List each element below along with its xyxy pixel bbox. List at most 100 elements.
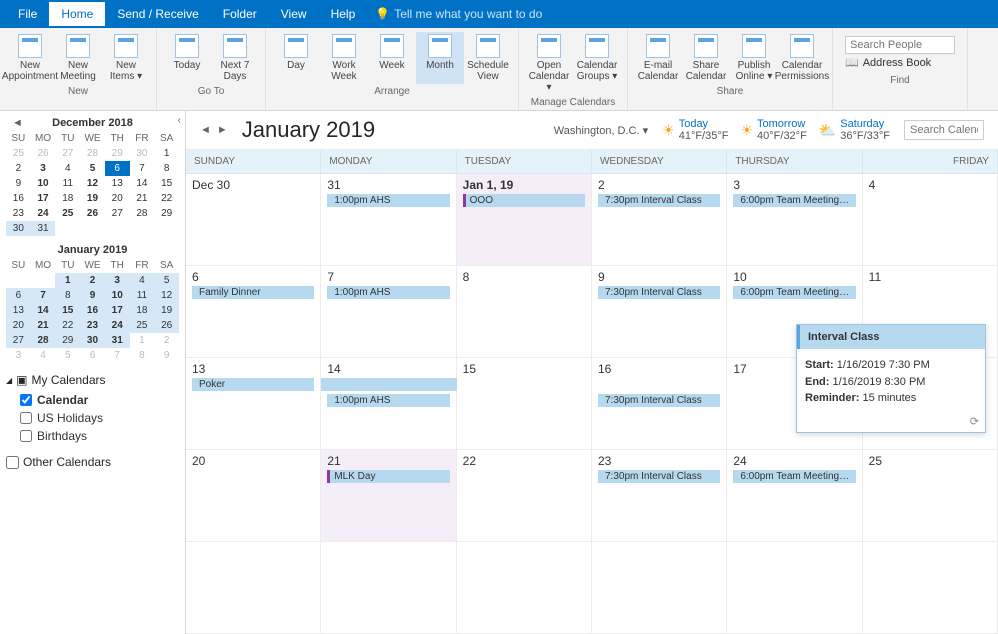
mini-cal-day[interactable]	[31, 273, 56, 288]
day-cell[interactable]: 97:30pm Interval Class	[592, 266, 727, 357]
mini-cal-day[interactable]: 17	[105, 303, 130, 318]
mini-cal-day[interactable]: 24	[31, 206, 56, 221]
mini-cal-day[interactable]: 4	[31, 348, 56, 363]
mini-cal-day[interactable]: 1	[154, 146, 179, 161]
mini-cal-day[interactable]: 2	[80, 273, 105, 288]
event[interactable]: 1:00pm AHS	[327, 394, 449, 407]
mini-cal-day[interactable]: 22	[154, 191, 179, 206]
day-cell[interactable]: 36:00pm Team Meeting; Zoom	[727, 174, 862, 265]
mini-cal-day[interactable]: 10	[31, 176, 56, 191]
day-cell[interactable]	[457, 542, 592, 633]
event[interactable]: 1:00pm AHS	[327, 194, 449, 207]
day-cell[interactable]	[321, 542, 456, 633]
mini-cal-day[interactable]: 30	[130, 146, 155, 161]
day-cell[interactable]: 6Family Dinner	[186, 266, 321, 357]
mini-cal-day[interactable]: 28	[80, 146, 105, 161]
day-cell[interactable]: Jan 1, 19OOO	[457, 174, 592, 265]
mini-cal-day[interactable]: 7	[130, 161, 155, 176]
mini-cal-day[interactable]: 17	[31, 191, 56, 206]
mini-cal-day[interactable]: 31	[105, 333, 130, 348]
mini-cal-day[interactable]: 1	[130, 333, 155, 348]
ribbon-btn-sharecalendar[interactable]: ShareCalendar	[682, 32, 730, 84]
ribbon-btn-scheduleview[interactable]: ScheduleView	[464, 32, 512, 84]
mini-cal-day[interactable]: 22	[55, 318, 80, 333]
mini-cal-day[interactable]: 5	[154, 273, 179, 288]
day-cell[interactable]: 4	[863, 174, 998, 265]
mini-cal-day[interactable]	[6, 273, 31, 288]
mini-cal-day[interactable]: 28	[31, 333, 56, 348]
mini-cal-day[interactable]: 4	[55, 161, 80, 176]
calendar-item-usholidays[interactable]: US Holidays	[20, 409, 179, 427]
mini-cal-day[interactable]: 30	[6, 221, 31, 236]
mini-cal-day[interactable]: 12	[80, 176, 105, 191]
ribbon-btn-calendargroups[interactable]: CalendarGroups ▾	[573, 32, 621, 95]
other-calendars-header[interactable]: Other Calendars	[6, 455, 179, 469]
day-cell[interactable]: 14Retreat1:00pm AHS	[321, 358, 456, 449]
day-cell[interactable]: 15	[457, 358, 592, 449]
calendar-checkbox[interactable]	[20, 430, 32, 442]
day-cell[interactable]: 27:30pm Interval Class	[592, 174, 727, 265]
tellme[interactable]: 💡 Tell me what you want to do	[375, 7, 542, 21]
mini-cal-day[interactable]: 7	[31, 288, 56, 303]
mini-cal-day[interactable]: 6	[105, 161, 130, 176]
day-cell[interactable]: 20	[186, 450, 321, 541]
mini-cal-day[interactable]: 19	[80, 191, 105, 206]
day-cell[interactable]: 246:00pm Team Meeting; Zoom	[727, 450, 862, 541]
ribbon-btn-nextdays[interactable]: Next 7Days	[211, 32, 259, 84]
other-calendars-checkbox[interactable]	[6, 456, 19, 469]
mini-cal-day[interactable]: 12	[154, 288, 179, 303]
calendar-item-birthdays[interactable]: Birthdays	[20, 427, 179, 445]
mini-cal-day[interactable]: 18	[55, 191, 80, 206]
calendar-checkbox[interactable]	[20, 412, 32, 424]
day-cell[interactable]: 167:30pm Interval Class	[592, 358, 727, 449]
ribbon-btn-day[interactable]: Day	[272, 32, 320, 84]
mini-cal-day[interactable]: 9	[80, 288, 105, 303]
mini-cal-day[interactable]: 15	[154, 176, 179, 191]
my-calendars-header[interactable]: ◢ ▣ My Calendars	[6, 373, 179, 387]
mini-cal-day[interactable]: 23	[6, 206, 31, 221]
mini-cal-day[interactable]: 25	[130, 318, 155, 333]
mini-cal-day[interactable]: 5	[55, 348, 80, 363]
mini-cal-day[interactable]: 27	[105, 206, 130, 221]
mini-cal-day[interactable]: 5	[80, 161, 105, 176]
ribbon-tab-view[interactable]: View	[269, 2, 319, 26]
sync-icon[interactable]: ⟳	[797, 415, 985, 432]
event[interactable]: 7:30pm Interval Class	[598, 470, 720, 483]
mini-cal-day[interactable]: 29	[105, 146, 130, 161]
mini-cal-day[interactable]: 14	[130, 176, 155, 191]
day-cell[interactable]	[727, 542, 862, 633]
day-cell[interactable]: 22	[457, 450, 592, 541]
mini-cal-day[interactable]: 16	[6, 191, 31, 206]
next-month-button[interactable]: ►	[217, 124, 228, 136]
event[interactable]: Family Dinner	[192, 286, 314, 299]
mini-cal-day[interactable]: 20	[105, 191, 130, 206]
event[interactable]: 7:30pm Interval Class	[598, 394, 720, 407]
ribbon-btn-workweek[interactable]: WorkWeek	[320, 32, 368, 84]
mini-cal-day[interactable]: 4	[130, 273, 155, 288]
ribbon-btn-publishonline[interactable]: PublishOnline ▾	[730, 32, 778, 84]
ribbon-btn-calendarpermissions[interactable]: CalendarPermissions	[778, 32, 826, 84]
mini-cal-day[interactable]: 21	[130, 191, 155, 206]
mini-cal-day[interactable]: 26	[154, 318, 179, 333]
mini-cal-day[interactable]: 21	[31, 318, 56, 333]
ribbon-btn-newappointment[interactable]: NewAppointment	[6, 32, 54, 84]
mini-cal-day[interactable]: 10	[105, 288, 130, 303]
mini-cal-prev[interactable]: ◄	[12, 117, 23, 129]
ribbon-btn-month[interactable]: Month	[416, 32, 464, 84]
ribbon-btn-opencalendar[interactable]: OpenCalendar ▾	[525, 32, 573, 95]
mini-cal-day[interactable]: 27	[55, 146, 80, 161]
ribbon-btn-week[interactable]: Week	[368, 32, 416, 84]
mini-cal-day[interactable]: 16	[80, 303, 105, 318]
mini-cal-day[interactable]: 8	[130, 348, 155, 363]
address-book-button[interactable]: 📖Address Book	[845, 56, 955, 69]
mini-cal-day[interactable]: 8	[55, 288, 80, 303]
mini-cal-day[interactable]: 6	[80, 348, 105, 363]
mini-cal-day[interactable]: 26	[80, 206, 105, 221]
mini-cal-day[interactable]: 20	[6, 318, 31, 333]
day-cell[interactable]: 311:00pm AHS	[321, 174, 456, 265]
mini-cal-day[interactable]: 11	[130, 288, 155, 303]
mini-cal-day[interactable]: 23	[80, 318, 105, 333]
mini-cal-day[interactable]: 9	[6, 176, 31, 191]
ribbon-btn-newmeeting[interactable]: NewMeeting	[54, 32, 102, 84]
mini-cal-day[interactable]: 9	[154, 348, 179, 363]
